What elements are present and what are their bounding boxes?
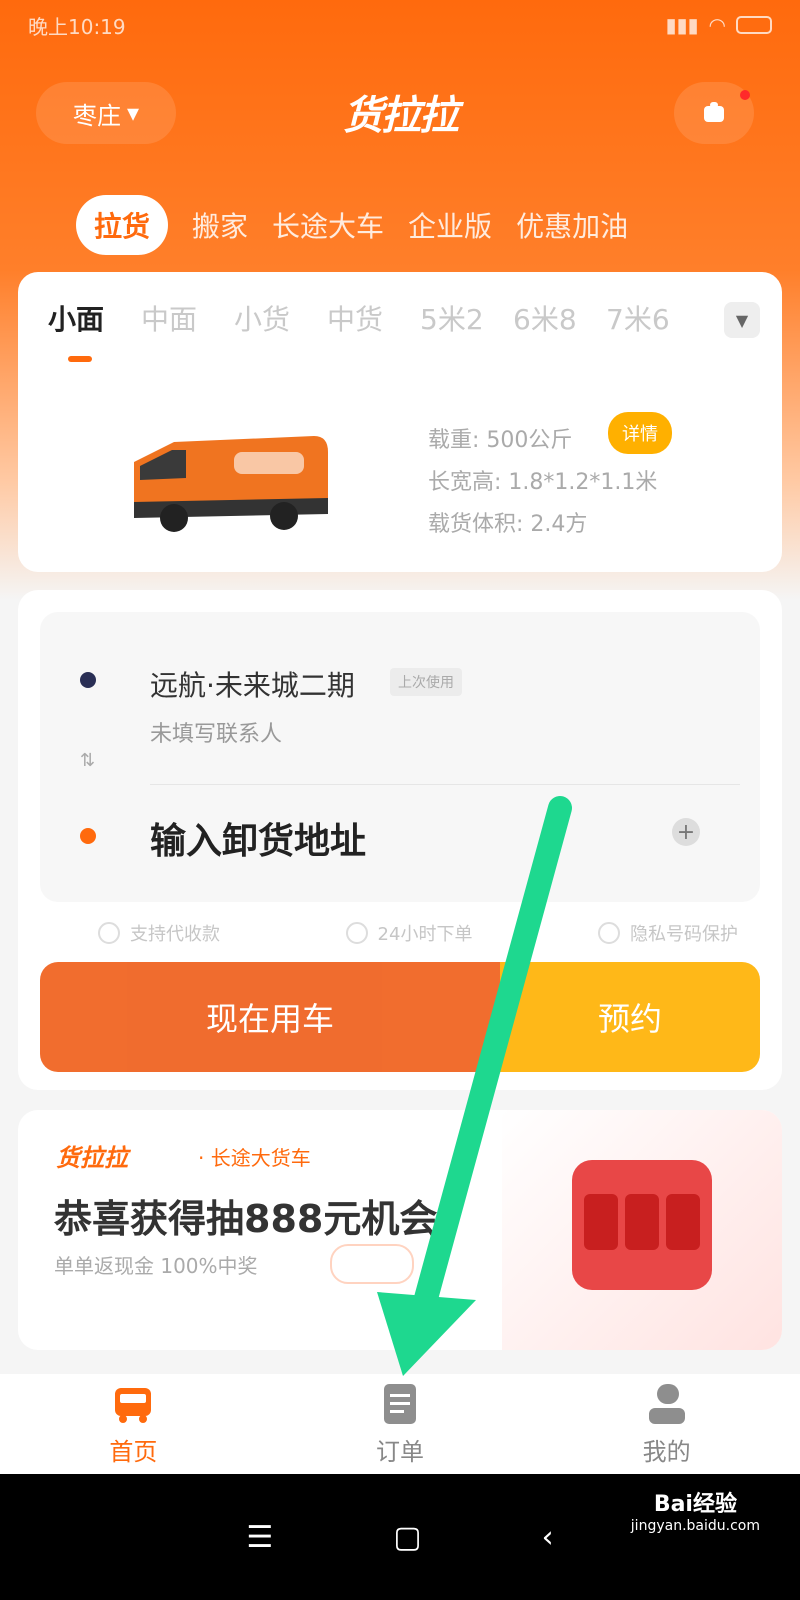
active-tab-indicator <box>68 356 92 362</box>
option-24h-order[interactable]: 24小时下单 <box>345 920 473 946</box>
nav-mine[interactable]: 我的 <box>587 1382 747 1467</box>
baidu-watermark: Bai经验 jingyan.baidu.com <box>631 1486 760 1534</box>
reserve-button[interactable]: 预约 <box>500 962 760 1072</box>
status-bar: 晚上10:19 ▮▮▮ ◠ <box>0 0 800 50</box>
slot-cell <box>666 1194 700 1250</box>
bottom-navigation: 首页 订单 我的 <box>0 1374 800 1474</box>
message-icon <box>704 102 724 122</box>
use-now-button[interactable]: 现在用车 <box>40 962 500 1072</box>
address-divider <box>150 784 740 785</box>
top-header: 枣庄 ▾ 货拉拉 <box>0 80 800 150</box>
status-icons: ▮▮▮ ◠ <box>666 13 772 37</box>
app-logo: 货拉拉 <box>343 93 459 139</box>
nav-orders[interactable]: 订单 <box>320 1382 480 1467</box>
unread-dot <box>740 90 750 100</box>
promo-action-pill[interactable] <box>330 1244 414 1284</box>
swap-icon[interactable]: ⇅ <box>80 750 95 771</box>
promo-subtitle: · 长途大货车 <box>198 1146 311 1170</box>
watermark-url: jingyan.baidu.com <box>630 1518 760 1534</box>
option-collect-payment[interactable]: 支持代收款 <box>98 920 220 946</box>
watermark-brand: Bai经验 <box>653 1492 737 1517</box>
spec-dimensions: 长宽高: 1.8*1.2*1.1米 <box>428 470 658 495</box>
add-stop-icon[interactable]: + <box>672 818 700 846</box>
menu-icon[interactable]: ☰ <box>246 1520 273 1555</box>
pickup-dot-icon <box>80 672 96 688</box>
tab-fuel-discount[interactable]: 优惠加油 <box>516 205 628 245</box>
van-image <box>134 436 328 532</box>
vehicle-tab-mid-van[interactable]: 中面 <box>141 298 234 338</box>
wifi-icon: ◠ <box>708 13 726 37</box>
vehicle-tab-6m8[interactable]: 6米8 <box>513 298 606 338</box>
address-box: 远航·未来城二期 上次使用 未填写联系人 ⇅ 输入卸货地址 + <box>40 612 760 902</box>
nav-home-label: 首页 <box>109 1437 158 1466</box>
chevron-down-icon[interactable]: ▼ <box>724 302 760 338</box>
signal-icon: ▮▮▮ <box>665 13 699 37</box>
message-button[interactable] <box>674 82 754 144</box>
booking-buttons: 现在用车 预约 <box>40 962 760 1072</box>
option-label: 24小时下单 <box>377 924 473 945</box>
user-icon <box>648 1383 685 1424</box>
truck-icon <box>115 1387 152 1423</box>
details-badge[interactable]: 详情 <box>608 412 672 454</box>
home-square-icon[interactable]: ▢ <box>393 1520 421 1555</box>
slot-machine-icon <box>572 1160 712 1290</box>
tab-moving[interactable]: 搬家 <box>192 205 248 245</box>
battery-icon <box>736 16 772 34</box>
nav-home[interactable]: 首页 <box>53 1382 213 1467</box>
option-label: 支持代收款 <box>130 924 220 945</box>
slot-cell <box>584 1194 618 1250</box>
promo-title: 恭喜获得抽888元机会 <box>54 1197 438 1241</box>
checkbox-icon <box>98 922 120 944</box>
app-screen: 晚上10:19 ▮▮▮ ◠ 枣庄 ▾ 货拉拉 拉货 搬家 长途大车 企业版 优惠… <box>0 0 800 1600</box>
promo-brand: 货拉拉 <box>56 1144 128 1172</box>
tab-freight[interactable]: 拉货 <box>76 195 169 255</box>
vehicle-tab-small-van[interactable]: 小面 <box>48 298 141 338</box>
vehicle-card: 小面 中面 小货 中货 5米2 6米8 7米6 ▼ 载重: 500公斤 详情 长… <box>18 272 782 572</box>
tab-enterprise[interactable]: 企业版 <box>408 205 492 245</box>
back-icon[interactable]: ‹ <box>542 1520 554 1555</box>
city-selector[interactable]: 枣庄 ▾ <box>36 82 176 144</box>
address-card: 远航·未来城二期 上次使用 未填写联系人 ⇅ 输入卸货地址 + 支持代收款 24… <box>18 590 782 1090</box>
dropoff-dot-icon <box>80 828 96 844</box>
option-label: 隐私号码保护 <box>630 924 738 945</box>
vehicle-tab-7m6[interactable]: 7米6 <box>606 298 699 338</box>
nav-mine-label: 我的 <box>642 1437 691 1466</box>
slot-cell <box>625 1194 659 1250</box>
slot-machine-image <box>502 1110 782 1350</box>
vehicle-tab-5m2[interactable]: 5米2 <box>420 298 513 338</box>
vehicle-tab-mid-truck[interactable]: 中货 <box>327 298 420 338</box>
promo-banner[interactable]: 货拉拉 · 长途大货车 恭喜获得抽888元机会 单单返现金 100%中奖 <box>18 1110 782 1350</box>
vehicle-type-tabs: 小面 中面 小货 中货 5米2 6米8 7米6 <box>48 298 699 338</box>
last-used-tag: 上次使用 <box>390 668 462 696</box>
dropoff-address-input[interactable]: 输入卸货地址 <box>150 812 366 864</box>
nav-orders-label: 订单 <box>375 1437 424 1466</box>
status-time: 晚上10:19 <box>28 14 126 39</box>
spec-load: 载重: 500公斤 <box>428 428 573 453</box>
pickup-address[interactable]: 远航·未来城二期 <box>150 664 355 704</box>
option-privacy-number[interactable]: 隐私号码保护 <box>598 920 738 946</box>
vehicle-tab-small-truck[interactable]: 小货 <box>234 298 327 338</box>
spec-volume: 载货体积: 2.4方 <box>428 512 588 537</box>
checkbox-icon <box>598 922 620 944</box>
tab-long-distance[interactable]: 长途大车 <box>272 205 384 245</box>
city-label: 枣庄 <box>72 101 121 130</box>
promo-description: 单单返现金 100%中奖 <box>54 1254 258 1278</box>
checkbox-icon <box>345 922 368 944</box>
order-options: 支持代收款 24小时下单 隐私号码保护 <box>98 920 738 946</box>
pickup-contact[interactable]: 未填写联系人 <box>150 716 282 748</box>
service-tabs: 拉货 搬家 长途大车 企业版 优惠加油 <box>76 190 628 260</box>
document-icon <box>383 1383 416 1424</box>
chevron-down-icon: ▾ <box>126 99 140 127</box>
